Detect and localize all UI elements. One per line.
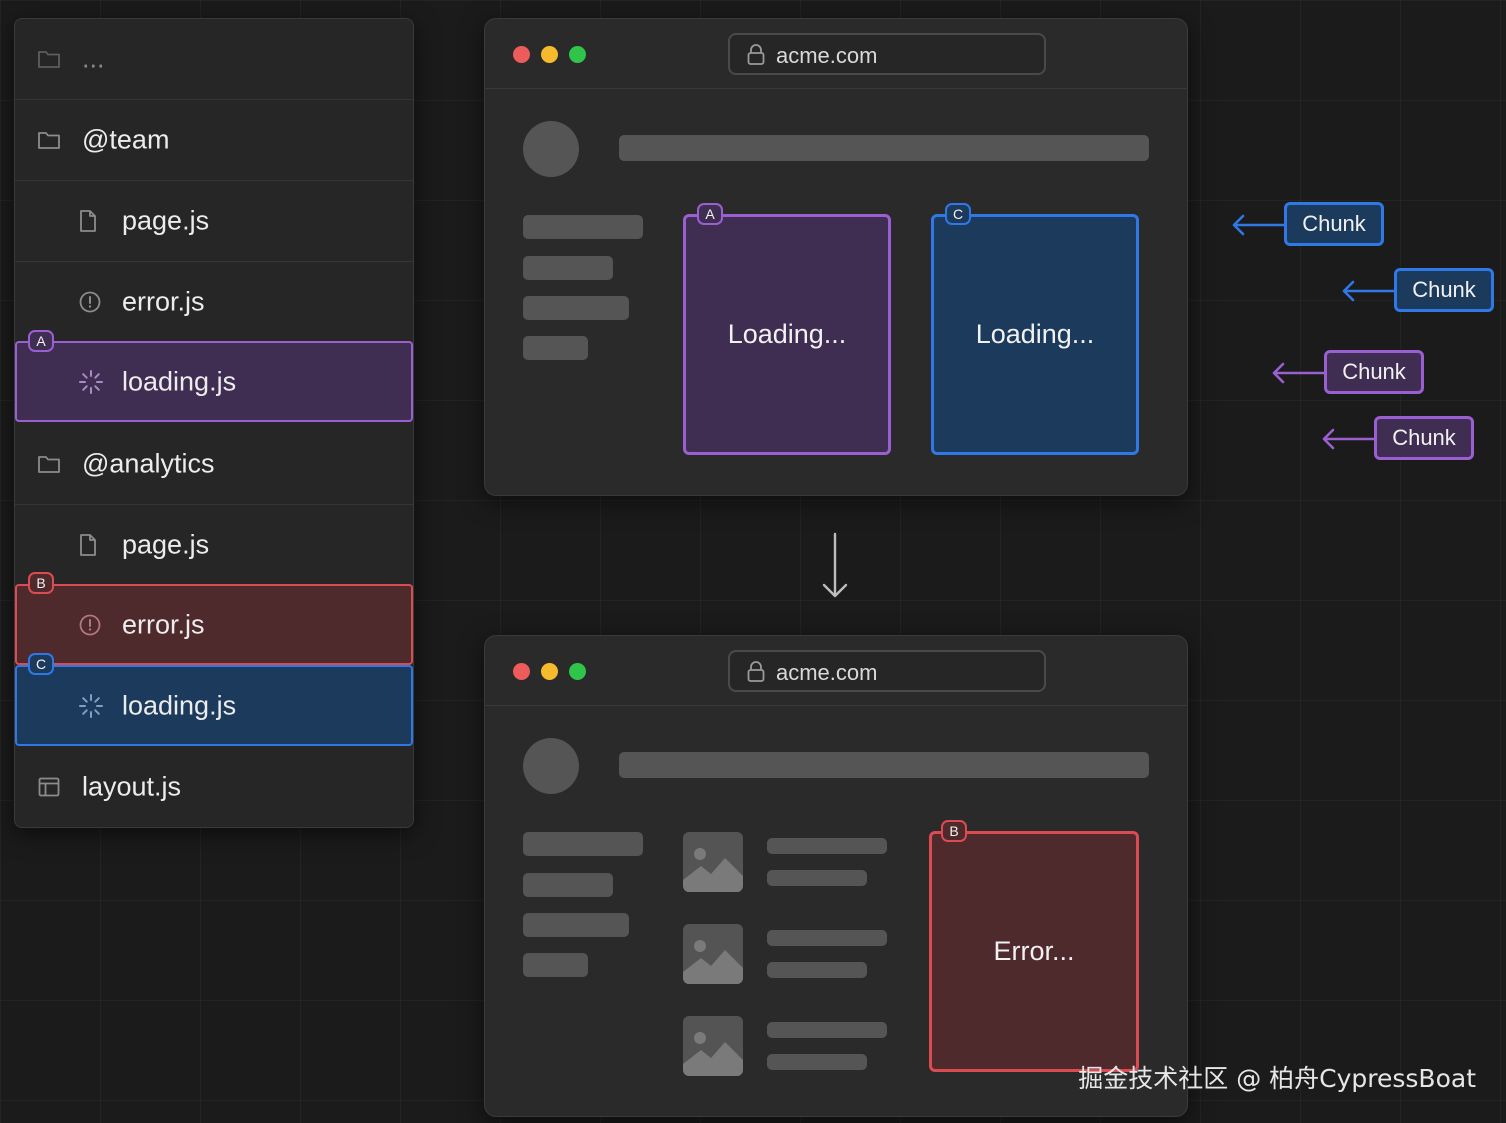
- tree-row-label: @team: [82, 124, 170, 155]
- close-dot[interactable]: [513, 46, 530, 63]
- text-line-placeholder: [767, 838, 887, 854]
- tree-row-label: error.js: [122, 286, 205, 317]
- tree-row-analytics[interactable]: @analytics: [15, 424, 413, 505]
- layout-icon: [38, 777, 60, 796]
- tree-row-analytics-loading[interactable]: loading.js: [15, 665, 413, 746]
- tree-row-team-error[interactable]: error.js: [15, 262, 413, 343]
- tree-row-analytics-page[interactable]: page.js: [15, 505, 413, 586]
- url-text: acme.com: [776, 43, 878, 68]
- arrow-left-icon: [1232, 214, 1288, 236]
- text-line-placeholder: [767, 870, 867, 886]
- watermark: 掘金技术社区 @ 柏舟CypressBoat: [1078, 1064, 1476, 1093]
- loading-text: Loading...: [975, 319, 1095, 349]
- sidebar-line-placeholder: [523, 336, 588, 360]
- text-line-placeholder: [767, 962, 867, 978]
- browser-window-loading: acme.com Loading... A Loading... C: [484, 18, 1188, 496]
- header-bar-placeholder: [619, 135, 1149, 161]
- folder-icon: [38, 132, 60, 149]
- analytics-slot-loading: Loading...: [931, 214, 1139, 455]
- analytics-slot-error: Error...: [929, 831, 1139, 1072]
- sidebar-line-placeholder: [523, 873, 613, 897]
- tree-row-team-loading[interactable]: loading.js: [15, 341, 413, 422]
- sidebar-line-placeholder: [523, 832, 643, 856]
- browser-chrome: acme.com: [485, 19, 1187, 89]
- tree-row-team-page[interactable]: page.js: [15, 181, 413, 262]
- sidebar-line-placeholder: [523, 296, 629, 320]
- sidebar-line-placeholder: [523, 953, 588, 977]
- tree-row-label: loading.js: [122, 690, 237, 720]
- tree-row-analytics-error[interactable]: error.js: [15, 584, 413, 665]
- tree-row-label: error.js: [122, 609, 205, 639]
- minimize-dot[interactable]: [541, 663, 558, 680]
- tag-c-badge: C: [28, 653, 54, 675]
- chunk-badge: Chunk: [1324, 350, 1424, 394]
- chunk-badge: Chunk: [1284, 202, 1384, 246]
- chunk-badge: Chunk: [1394, 268, 1494, 312]
- tree-row-label: page.js: [122, 205, 210, 236]
- image-icon: [683, 924, 743, 984]
- arrow-left-icon: [1272, 362, 1328, 384]
- team-slot-loading: Loading...: [683, 214, 891, 455]
- chunk-badge: Chunk: [1374, 416, 1474, 460]
- tag-a-badge: A: [697, 203, 723, 225]
- avatar-placeholder: [523, 738, 579, 794]
- tag-b-badge: B: [941, 820, 967, 842]
- maximize-dot[interactable]: [569, 46, 586, 63]
- spinner-icon: [79, 693, 103, 718]
- tag-a-badge: A: [28, 330, 54, 352]
- close-dot[interactable]: [513, 663, 530, 680]
- tree-row-ellipsis[interactable]: ...: [15, 19, 413, 100]
- image-icon: [683, 1016, 743, 1076]
- down-arrow-icon: [822, 532, 848, 598]
- browser-chrome: acme.com: [485, 636, 1187, 706]
- address-bar[interactable]: acme.com: [728, 33, 1046, 75]
- folder-icon: [38, 456, 60, 473]
- arrow-left-icon: [1322, 428, 1378, 450]
- folder-icon: [38, 51, 60, 68]
- lock-icon: [747, 44, 765, 65]
- file-icon: [80, 210, 96, 232]
- maximize-dot[interactable]: [569, 663, 586, 680]
- tree-row-label: page.js: [122, 529, 210, 560]
- file-tree: ... @team page.js error.js loading.js A …: [14, 18, 414, 828]
- tag-c-badge: C: [945, 203, 971, 225]
- loading-text: Loading...: [727, 319, 847, 349]
- tree-row-label: layout.js: [82, 771, 182, 801]
- header-bar-placeholder: [619, 752, 1149, 778]
- sidebar-line-placeholder: [523, 256, 613, 280]
- tree-row-team[interactable]: @team: [15, 100, 413, 181]
- url-text: acme.com: [776, 660, 878, 685]
- text-line-placeholder: [767, 930, 887, 946]
- arrow-left-icon: [1342, 280, 1398, 302]
- browser-window-error: acme.com Error... B: [484, 635, 1188, 1117]
- text-line-placeholder: [767, 1022, 887, 1038]
- error-text: Error...: [993, 936, 1075, 966]
- minimize-dot[interactable]: [541, 46, 558, 63]
- tree-row-label: loading.js: [122, 366, 237, 396]
- image-icon: [683, 832, 743, 892]
- tree-row-layout[interactable]: layout.js: [15, 746, 413, 827]
- avatar-placeholder: [523, 121, 579, 177]
- sidebar-line-placeholder: [523, 913, 629, 937]
- address-bar[interactable]: acme.com: [728, 650, 1046, 692]
- file-icon: [80, 534, 96, 556]
- tree-row-label: @analytics: [82, 448, 215, 479]
- text-line-placeholder: [767, 1054, 867, 1070]
- lock-icon: [747, 661, 765, 682]
- tag-b-badge: B: [28, 572, 54, 594]
- spinner-icon: [79, 369, 103, 394]
- tree-row-label: ...: [82, 43, 105, 74]
- sidebar-line-placeholder: [523, 215, 643, 239]
- alert-circle-icon: [79, 291, 101, 313]
- alert-circle-icon: [79, 614, 101, 635]
